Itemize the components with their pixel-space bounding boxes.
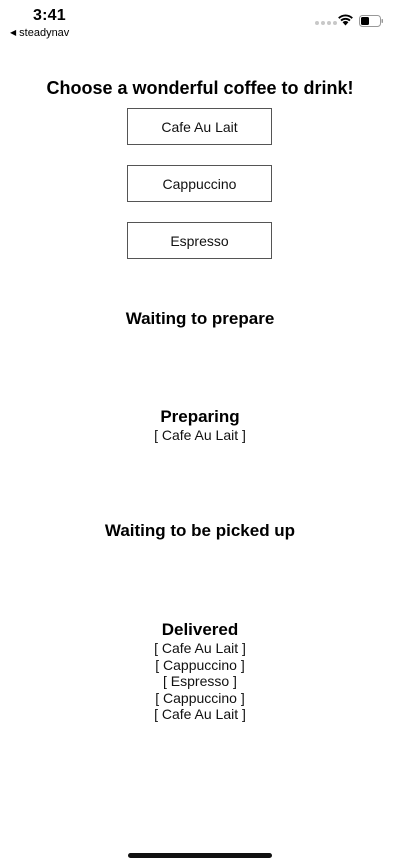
back-app-label: steadynav: [19, 27, 70, 39]
waiting-pickup-section: Waiting to be picked up: [0, 521, 400, 541]
status-time: 3:41: [33, 7, 66, 24]
status-bar: 3:41 ◀ steadynav: [0, 0, 400, 44]
back-to-app-link[interactable]: ◀ steadynav: [10, 27, 69, 39]
list-item: [ Cappuccino ]: [155, 689, 245, 706]
page-title: Choose a wonderful coffee to drink!: [46, 78, 354, 98]
waiting-pickup-heading: Waiting to be picked up: [104, 521, 296, 540]
list-item: [ Cafe Au Lait ]: [154, 706, 246, 722]
cappuccino-button[interactable]: Cappuccino: [127, 165, 272, 202]
preparing-list: [ Cafe Au Lait ]: [0, 427, 400, 444]
espresso-button[interactable]: Espresso: [127, 222, 272, 259]
delivered-section: Delivered [ Cafe Au Lait ] [ Cappuccino …: [0, 620, 400, 723]
signal-icon: [315, 21, 337, 25]
battery-icon: [359, 15, 383, 27]
list-item: [ Cafe Au Lait ]: [154, 427, 246, 443]
delivered-list: [ Cafe Au Lait ] [ Cappuccino ] [ Espres…: [0, 640, 400, 723]
preparing-heading: Preparing: [160, 407, 240, 426]
list-item: [ Cafe Au Lait ]: [154, 640, 246, 656]
waiting-to-prepare-heading: Waiting to prepare: [125, 309, 275, 328]
preparing-section: Preparing [ Cafe Au Lait ]: [0, 407, 400, 444]
delivered-heading: Delivered: [161, 620, 239, 639]
waiting-to-prepare-section: Waiting to prepare: [0, 309, 400, 329]
list-item: [ Cappuccino ]: [155, 656, 245, 673]
back-arrow-icon: ◀: [10, 28, 17, 37]
home-indicator[interactable]: [128, 853, 272, 858]
wifi-icon: [338, 14, 353, 26]
list-item: [ Espresso ]: [163, 673, 237, 689]
cafe-au-lait-button[interactable]: Cafe Au Lait: [127, 108, 272, 145]
